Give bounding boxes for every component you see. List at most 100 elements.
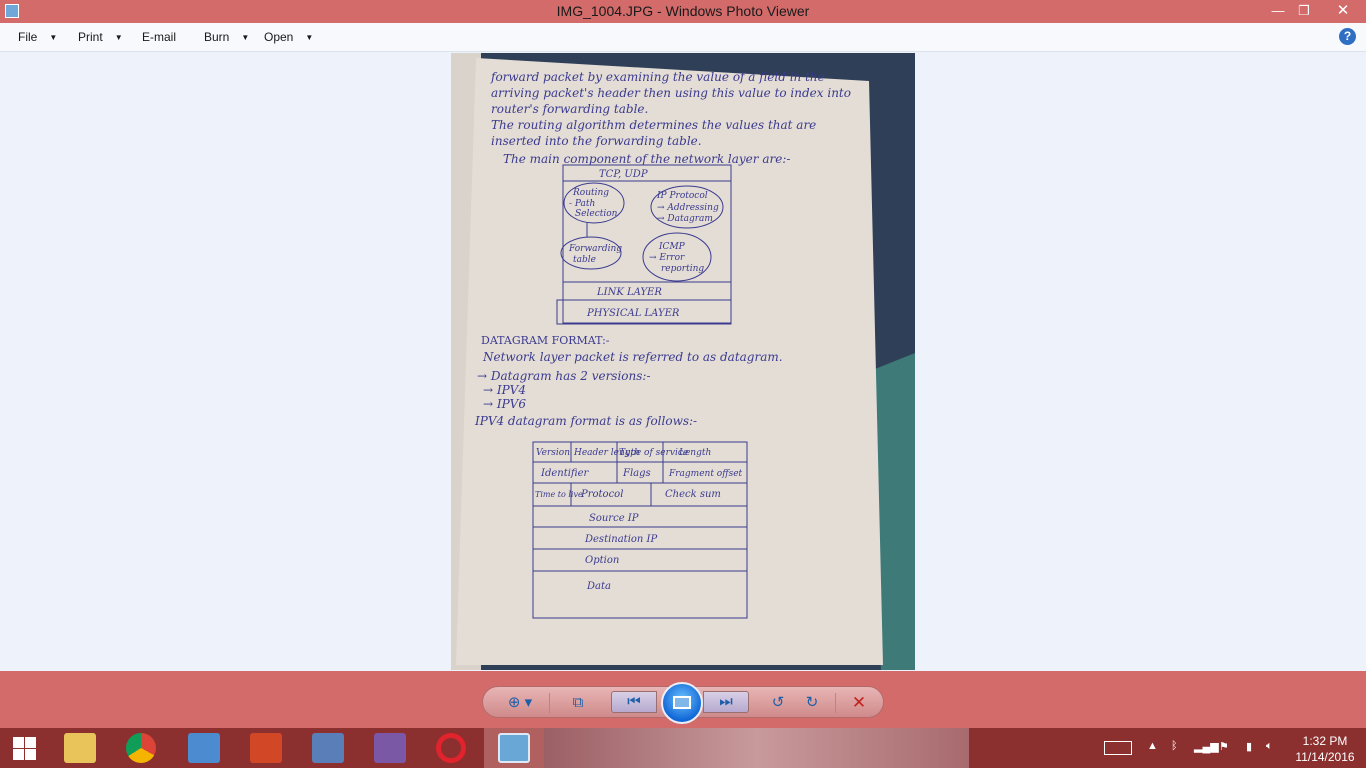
datagram-heading: DATAGRAM FORMAT:- — [481, 334, 610, 347]
start-button[interactable] — [0, 728, 48, 768]
diagram-icmp: ICMP — [658, 242, 686, 252]
menu-open-label: Open — [264, 30, 294, 44]
menu-email[interactable]: E-mail — [142, 30, 176, 44]
clock-time: 1:32 PM — [1302, 734, 1348, 748]
diagram-routing-path: - Path — [569, 199, 595, 209]
cell-flags: Flags — [622, 468, 651, 479]
next-button[interactable]: ⏭ — [703, 691, 749, 713]
taskbar-network-app[interactable] — [174, 728, 234, 768]
diagram-ip-protocol: IP Protocol — [656, 191, 708, 201]
battery-icon[interactable]: ▮ — [1246, 740, 1252, 753]
diagram-icmp-reporting: reporting — [661, 264, 704, 274]
separator — [549, 693, 550, 713]
close-button[interactable]: ✕ — [1328, 0, 1358, 23]
menu-email-label: E-mail — [142, 30, 177, 44]
note-line-1: forward packet by examining the value of… — [490, 70, 825, 84]
menu-file-label: File — [18, 30, 38, 44]
cell-destination-ip: Destination IP — [584, 534, 657, 545]
actual-size-icon[interactable]: ⧉ — [567, 693, 589, 713]
cell-checksum: Check sum — [665, 489, 721, 500]
folder-icon — [64, 733, 96, 763]
cell-length: Length — [678, 448, 711, 458]
previous-button[interactable]: ⏮ — [611, 691, 657, 713]
cell-identifier: Identifier — [540, 468, 590, 479]
chrome-icon — [126, 733, 156, 763]
rotate-right-icon[interactable]: ↻ — [801, 693, 823, 713]
menu-print[interactable]: Print ▼ — [78, 30, 123, 44]
note-line-5: inserted into the forwarding table. — [491, 134, 702, 148]
note-line-2: arriving packet's header then using this… — [491, 86, 851, 100]
clock-date: 11/14/2016 — [1295, 750, 1355, 764]
bluetooth-icon[interactable]: ᛒ — [1171, 740, 1178, 752]
windows-logo-icon — [25, 737, 36, 748]
taskbar-visual-studio[interactable] — [360, 728, 420, 768]
note-line-9: → IPV4 — [483, 383, 526, 397]
help-icon[interactable]: ? — [1339, 28, 1356, 45]
volume-icon[interactable]: 🔈︎ — [1266, 740, 1273, 753]
photo-viewer-icon — [498, 733, 530, 763]
diagram-top-layer: TCP, UDP — [599, 169, 648, 180]
image-viewer-area: forward packet by examining the value of… — [0, 53, 1366, 671]
diagram-icmp-error: → Error — [649, 253, 685, 263]
taskbar-app[interactable] — [298, 728, 358, 768]
signal-icon[interactable]: ▂▄▆ — [1194, 740, 1219, 753]
diagram-ip-addressing: → Addressing — [657, 203, 719, 213]
visual-studio-icon — [374, 733, 406, 763]
delete-icon[interactable]: ✕ — [848, 693, 870, 713]
menu-bar: File ▼ Print ▼ E-mail Burn ▼ Open ▼ ? — [0, 23, 1366, 52]
note-line-6: The main component of the network layer … — [503, 152, 790, 166]
keyboard-icon[interactable] — [1104, 741, 1132, 755]
menu-open[interactable]: Open ▼ — [264, 30, 313, 44]
note-line-4: The routing algorithm determines the val… — [491, 118, 816, 132]
notebook-page-drawing: forward packet by examining the value of… — [451, 53, 915, 670]
note-line-3: router's forwarding table. — [491, 102, 648, 116]
window-title: IMG_1004.JPG - Windows Photo Viewer — [556, 3, 810, 19]
windows-logo-icon — [25, 749, 36, 760]
menu-print-label: Print — [78, 30, 103, 44]
diagram-ip-datagram: → Datagram — [657, 214, 713, 224]
taskbar-thumbnail-preview — [544, 728, 969, 768]
show-hidden-icons-icon[interactable]: ▲ — [1147, 740, 1158, 752]
taskbar: ▲ ᛒ ▂▄▆ ⚑ ▮ 🔈︎ 1:32 PM 11/14/2016 — [0, 728, 1366, 768]
viewer-control-bar: ⊕ ▾ ⧉ ⏮ ⏭ ↺ ↻ ✕ — [0, 671, 1366, 728]
cell-type-of-service: Type of service — [619, 448, 688, 458]
system-clock[interactable]: 1:32 PM 11/14/2016 — [1294, 733, 1356, 765]
menu-burn[interactable]: Burn ▼ — [204, 30, 249, 44]
menu-file[interactable]: File ▼ — [18, 30, 57, 44]
flag-icon[interactable]: ⚑ — [1219, 740, 1229, 753]
slideshow-button[interactable] — [661, 682, 703, 724]
diagram-forwarding: Forwarding — [568, 244, 622, 254]
windows-logo-icon — [13, 749, 24, 760]
diagram-routing-selection: Selection — [575, 209, 618, 219]
diagram-forwarding-table: table — [573, 255, 596, 265]
cell-time-to-live: Time to live — [535, 490, 583, 499]
taskbar-file-explorer[interactable] — [50, 728, 110, 768]
rotate-left-icon[interactable]: ↺ — [767, 693, 789, 713]
chevron-down-icon: ▼ — [241, 33, 250, 42]
cell-fragment-offset: Fragment offset — [668, 469, 743, 479]
taskbar-photo-viewer[interactable] — [484, 728, 544, 768]
cell-protocol: Protocol — [580, 489, 623, 500]
menu-burn-label: Burn — [204, 30, 230, 44]
windows-logo-icon — [13, 737, 24, 748]
cell-version: Version — [536, 448, 570, 458]
taskbar-opera[interactable] — [422, 728, 482, 768]
note-line-10: → IPV6 — [483, 397, 526, 411]
taskbar-powerpoint[interactable] — [236, 728, 296, 768]
chevron-down-icon: ▼ — [305, 33, 314, 42]
slideshow-icon — [673, 696, 691, 709]
minimize-button[interactable]: — — [1264, 0, 1292, 23]
diagram-physical-layer: PHYSICAL LAYER — [586, 308, 680, 319]
title-bar: IMG_1004.JPG - Windows Photo Viewer — ❐ … — [0, 0, 1366, 23]
cell-option: Option — [585, 555, 619, 566]
diagram-routing: Routing — [572, 188, 609, 198]
notebook-photo: forward packet by examining the value of… — [451, 53, 915, 670]
zoom-icon[interactable]: ⊕ ▾ — [505, 693, 535, 713]
taskbar-chrome[interactable] — [112, 728, 172, 768]
maximize-button[interactable]: ❐ — [1290, 0, 1318, 23]
separator — [835, 693, 836, 713]
cell-data: Data — [586, 581, 611, 592]
opera-icon — [436, 733, 466, 763]
viewer-controls: ⊕ ▾ ⧉ ⏮ ⏭ ↺ ↻ ✕ — [482, 682, 884, 724]
chevron-down-icon: ▼ — [49, 33, 58, 42]
